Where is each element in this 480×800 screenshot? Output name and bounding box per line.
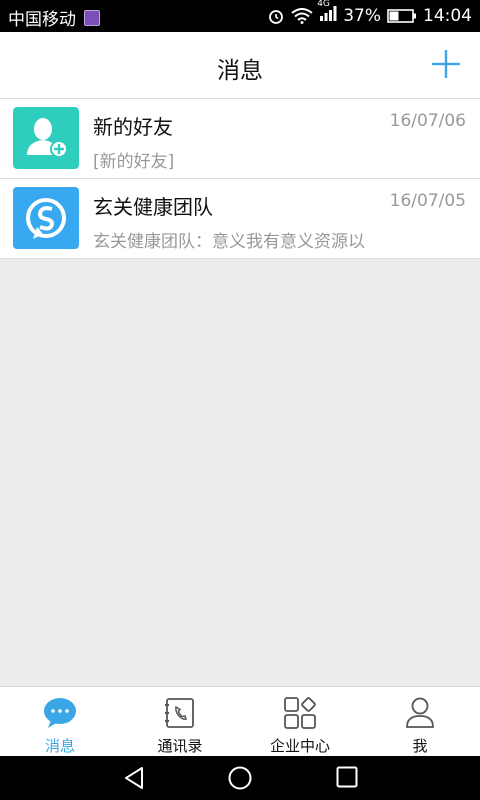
battery-percent: 37%: [343, 5, 381, 26]
gallery-notification-icon: [84, 9, 100, 26]
alarm-icon: [269, 9, 284, 24]
contacts-book-icon: [165, 698, 194, 728]
list-item-team[interactable]: 玄关健康团队 16/07/05 玄关健康团队：意义我有意义资源以: [0, 179, 480, 259]
conversation-name: 玄关健康团队: [93, 195, 213, 219]
app-header: 消息: [0, 32, 480, 99]
tab-enterprise-center[interactable]: 企业中心: [240, 687, 360, 757]
conversation-name: 新的好友: [93, 115, 173, 139]
tab-contacts[interactable]: 通讯录: [120, 687, 240, 757]
bottom-tab-bar: 消息 通讯录 企业中心 我: [0, 686, 480, 757]
apps-grid-icon: [284, 697, 316, 729]
chat-bubble-icon: [44, 698, 76, 728]
add-friend-icon: [13, 107, 79, 169]
page-title: 消息: [217, 58, 263, 84]
system-navigation-bar: [0, 756, 480, 800]
tab-label: 消息: [44, 737, 75, 755]
add-icon[interactable]: [432, 50, 460, 78]
tab-label: 通讯录: [157, 737, 203, 755]
recents-icon[interactable]: [336, 766, 358, 788]
status-bar: 中国移动 4G 37% 14:04: [0, 0, 480, 32]
message-list: 新的好友 16/07/06 [新的好友] 玄关健康团队 16/07/05 玄关健…: [0, 99, 480, 259]
back-icon[interactable]: [122, 766, 146, 790]
conversation-preview: [新的好友]: [93, 152, 175, 172]
battery-icon: [387, 8, 416, 23]
carrier-label: 中国移动: [8, 10, 76, 30]
tab-label: 我: [412, 737, 428, 755]
tab-me[interactable]: 我: [360, 687, 480, 757]
conversation-date: 16/07/06: [389, 111, 466, 131]
conversation-date: 16/07/05: [389, 191, 466, 211]
clock: 14:04: [423, 5, 472, 26]
tab-messages[interactable]: 消息: [0, 687, 120, 757]
home-icon[interactable]: [228, 766, 252, 790]
team-logo-icon: [13, 187, 79, 249]
network-type-label: 4G: [317, 0, 330, 9]
wifi-icon: [291, 7, 313, 24]
person-icon: [406, 697, 434, 728]
tab-label: 企业中心: [269, 737, 330, 755]
list-item-new-friends[interactable]: 新的好友 16/07/06 [新的好友]: [0, 99, 480, 179]
conversation-preview: 玄关健康团队：意义我有意义资源以: [93, 232, 365, 252]
